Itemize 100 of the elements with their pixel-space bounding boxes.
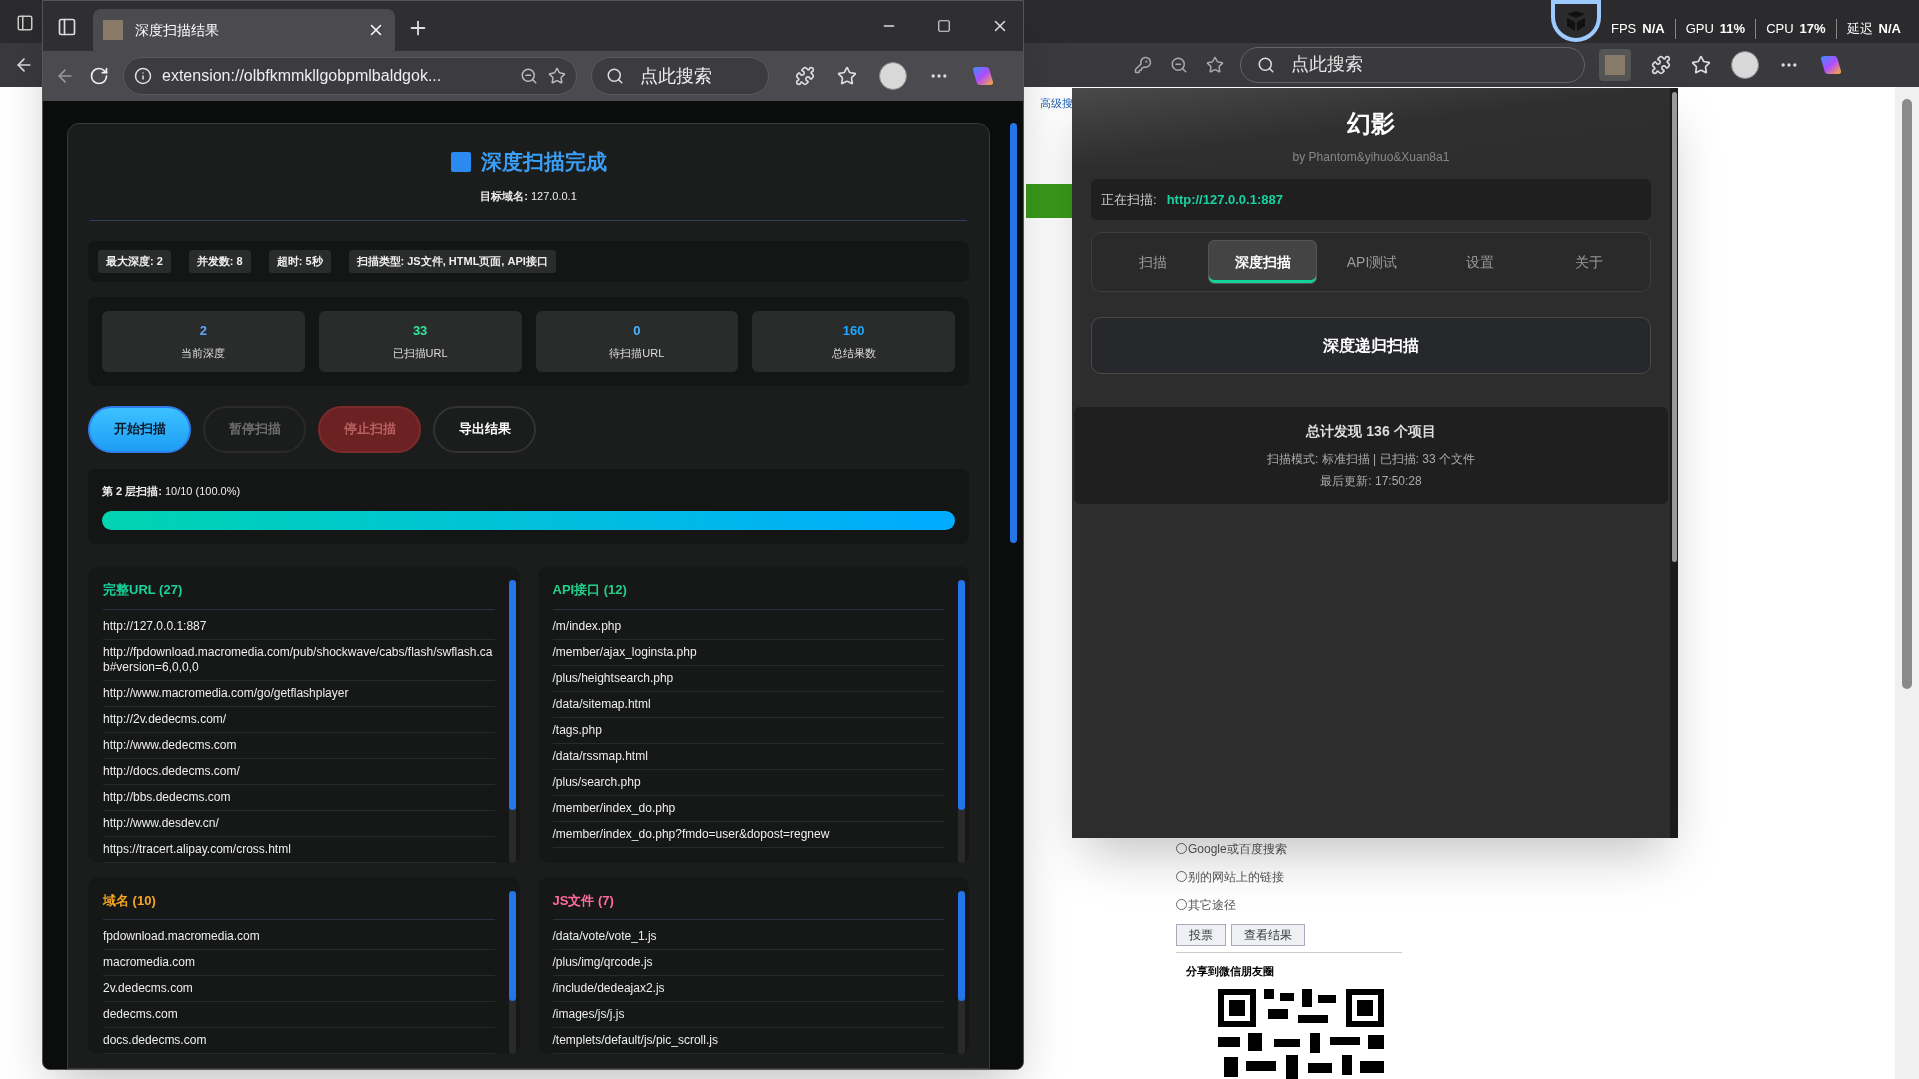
result-item: /plus/heightsearch.php bbox=[552, 665, 944, 692]
list-title: JS文件 (7) bbox=[552, 890, 944, 920]
list-scrollbar[interactable] bbox=[958, 580, 965, 863]
result-item: docs.dedecms.com bbox=[103, 1028, 495, 1054]
summary-mode: 扫描模式: 标准扫描 | 已扫描: 33 个文件 bbox=[1267, 451, 1475, 468]
sidebar-icon[interactable] bbox=[57, 17, 77, 37]
perf-label: GPU bbox=[1685, 20, 1714, 39]
perf-value: 17% bbox=[1799, 20, 1826, 39]
report-title: 深度扫描完成 bbox=[480, 149, 607, 175]
extension-icon[interactable] bbox=[1599, 48, 1631, 81]
list-scrollbar[interactable] bbox=[958, 890, 965, 1054]
maximize-icon[interactable] bbox=[937, 19, 951, 33]
result-item: dedecms.com bbox=[103, 1002, 495, 1028]
square-icon bbox=[450, 151, 471, 172]
list-title: 域名 (10) bbox=[103, 890, 495, 920]
result-item: http://127.0.0.1:887 bbox=[103, 613, 495, 640]
zoom-out-icon[interactable] bbox=[520, 67, 538, 85]
result-item: /templets/default/js/pic_scroll.js bbox=[552, 1028, 944, 1054]
stat-value: 0 bbox=[633, 322, 641, 340]
target-domain: 目标域名: 127.0.0.1 bbox=[480, 188, 577, 204]
summary-headline: 总计发现 136 个项目 bbox=[1306, 422, 1436, 441]
stat-label: 待扫描URL bbox=[609, 345, 665, 361]
popup-tab[interactable]: 设置 bbox=[1427, 240, 1534, 284]
stat-value: 33 bbox=[412, 322, 428, 340]
stat-value: 160 bbox=[842, 322, 865, 340]
result-item: fpdownload.macromedia.com bbox=[103, 924, 495, 950]
profile-avatar[interactable] bbox=[1731, 50, 1759, 79]
summary-updated: 最后更新: 17:50:28 bbox=[1320, 473, 1422, 490]
popup-scrollbar[interactable] bbox=[1670, 88, 1678, 838]
scanning-label: 正在扫描: bbox=[1101, 190, 1157, 209]
key-icon[interactable] bbox=[1134, 55, 1152, 74]
result-item: /include/dedeajax2.js bbox=[552, 976, 944, 1002]
result-item: /tags.php bbox=[552, 717, 944, 744]
radio-option[interactable]: Google或百度搜索 bbox=[1176, 839, 1895, 858]
puzzle-icon[interactable] bbox=[795, 66, 815, 86]
window-scrollbar[interactable] bbox=[1010, 123, 1017, 543]
favorites-star-icon[interactable] bbox=[837, 66, 857, 86]
form-button[interactable]: 投票 bbox=[1176, 923, 1226, 946]
perf-value: N/A bbox=[1878, 20, 1901, 39]
perf-label: FPS bbox=[1610, 20, 1637, 39]
address-bar[interactable]: extension://olbfkmmkllgobpmlbaldgok... bbox=[123, 57, 577, 95]
result-item: http://www.dedecms.com bbox=[103, 732, 495, 759]
config-chip: 超时: 5秒 bbox=[268, 250, 331, 273]
config-chip: 并发数: 8 bbox=[188, 250, 251, 273]
result-item: /member/index_do.php bbox=[552, 795, 944, 822]
search-field[interactable]: 点此搜索 bbox=[591, 57, 769, 95]
reload-icon[interactable] bbox=[89, 66, 109, 86]
result-item: /data/rssmap.html bbox=[552, 743, 944, 770]
progress-label: 第 2 层扫描: 10/10 (100.0%) bbox=[102, 483, 242, 499]
list-title: 完整URL (27) bbox=[103, 580, 495, 610]
perf-value: 11% bbox=[1719, 20, 1746, 39]
result-item: http://www.macromedia.com/go/getflashplayer bbox=[103, 680, 495, 707]
copilot-logo-icon[interactable] bbox=[971, 64, 995, 88]
config-chip: 扫描类型: JS文件, HTML页面, API接口 bbox=[348, 250, 556, 273]
share-heading: 分享到微信朋友圈 bbox=[1186, 963, 1275, 979]
result-item: http://2v.dedecms.com/ bbox=[103, 706, 495, 733]
form-button[interactable]: 查看结果 bbox=[1231, 923, 1305, 946]
result-item: /data/sitemap.html bbox=[552, 691, 944, 718]
result-item: http://docs.dedecms.com/ bbox=[103, 758, 495, 785]
stat-label: 当前深度 bbox=[181, 345, 226, 361]
result-item: /images/js/j.js bbox=[552, 1002, 944, 1028]
sidebar-icon[interactable] bbox=[16, 14, 34, 32]
deep-scan-button[interactable]: 深度递归扫描 bbox=[1091, 317, 1651, 374]
search-field[interactable]: 点此搜索 bbox=[1240, 46, 1585, 83]
star-icon[interactable] bbox=[1206, 55, 1224, 74]
result-item: /member/ajax_loginsta.php bbox=[552, 639, 944, 666]
result-item: /plus/img/qrcode.js bbox=[552, 950, 944, 976]
perf-label: CPU bbox=[1766, 20, 1794, 39]
perf-label: 延迟 bbox=[1846, 20, 1873, 39]
popup-tab[interactable]: 深度扫描 bbox=[1208, 240, 1317, 284]
profile-avatar[interactable] bbox=[879, 62, 907, 90]
zoom-out-icon[interactable] bbox=[1170, 55, 1188, 74]
popup-subtitle: by Phantom&yihuo&Xuan8a1 bbox=[1292, 149, 1450, 166]
radio-option[interactable]: 其它途径 bbox=[1176, 895, 1895, 914]
result-item: /plus/search.php bbox=[552, 769, 944, 796]
perf-value: N/A bbox=[1642, 20, 1665, 39]
browser-tab[interactable]: 深度扫描结果 bbox=[93, 9, 395, 51]
popup-tab[interactable]: 关于 bbox=[1535, 240, 1643, 284]
popup-tab[interactable]: 扫描 bbox=[1100, 240, 1207, 284]
stat-label: 总结果数 bbox=[831, 345, 876, 361]
popup-tab[interactable]: API测试 bbox=[1318, 240, 1426, 284]
radio-option[interactable]: 别的网站上的链接 bbox=[1176, 867, 1895, 886]
list-scrollbar[interactable] bbox=[508, 580, 516, 863]
result-item: /member/index_do.php?fmdo=user&dopost=regnew bbox=[552, 821, 944, 848]
stat-label: 已扫描URL bbox=[392, 345, 448, 361]
list-scrollbar[interactable] bbox=[508, 890, 516, 1054]
list-title: API接口 (12) bbox=[552, 580, 944, 610]
result-item: http://bbs.dedecms.com bbox=[103, 784, 495, 811]
search-icon bbox=[1257, 55, 1275, 74]
config-chip: 最大深度: 2 bbox=[98, 250, 171, 273]
favorites-star-icon[interactable] bbox=[1691, 54, 1711, 75]
page-scrollbar[interactable] bbox=[1895, 87, 1919, 1079]
scanning-url: http://127.0.0.1:887 bbox=[1166, 190, 1283, 209]
result-item: https://tracert.alipay.com/cross.html bbox=[103, 836, 495, 863]
scan-control-button[interactable]: 开始扫描 bbox=[88, 405, 191, 453]
scan-control-button[interactable]: 导出结果 bbox=[433, 405, 536, 453]
star-icon[interactable] bbox=[548, 67, 566, 85]
popup-title: 幻影 bbox=[1347, 109, 1395, 139]
puzzle-icon[interactable] bbox=[1651, 54, 1671, 75]
result-item: /m/index.php bbox=[552, 613, 944, 640]
